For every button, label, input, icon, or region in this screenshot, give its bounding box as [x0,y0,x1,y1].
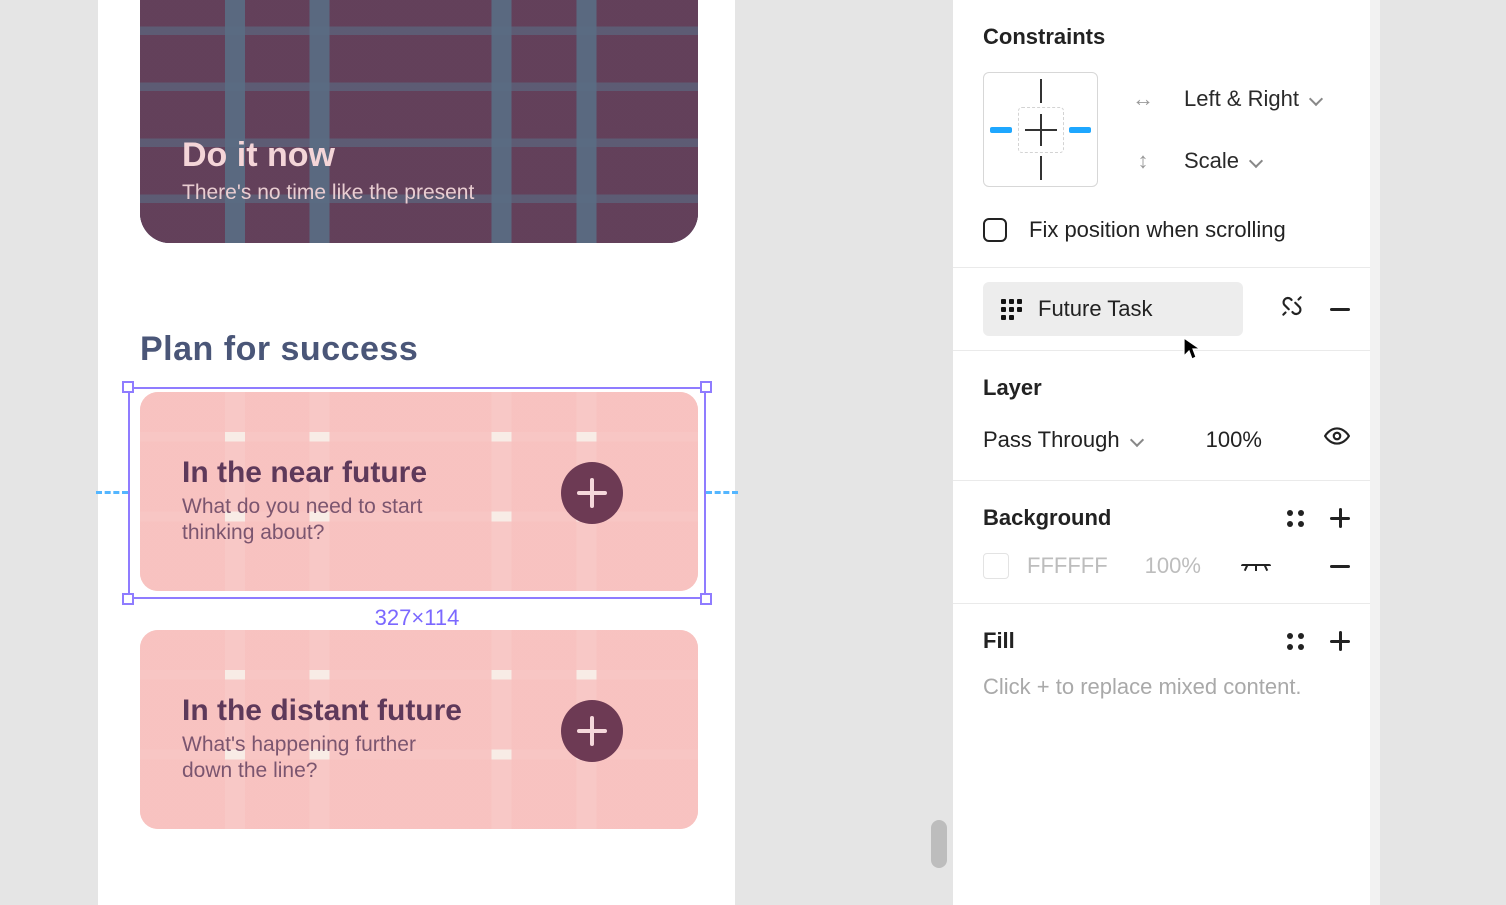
vertical-constraint-dropdown[interactable]: Scale [1184,148,1263,174]
selection-dimensions-label: 327×114 [128,605,706,631]
inspector-panel: Constraints Left & Right [953,0,1380,905]
horizontal-arrows-icon [1132,86,1154,112]
component-name-label: Future Task [1038,296,1153,322]
section-heading: Plan for success [140,330,418,369]
constraint-top-indicator[interactable] [1040,79,1042,103]
remove-component-button[interactable] [1330,308,1350,311]
card-distant-future[interactable]: In the distant future What's happening f… [140,630,698,829]
chevron-down-icon [1309,92,1323,106]
layer-section: Layer Pass Through 100% [953,351,1380,481]
constraints-visual-picker[interactable] [983,72,1098,187]
selection-outline [128,387,706,599]
layer-opacity-value[interactable]: 100% [1206,427,1262,453]
horizontal-constraint-dropdown[interactable]: Left & Right [1184,86,1323,112]
remove-background-button[interactable] [1330,565,1350,568]
canvas-background[interactable]: Do it now There's no time like the prese… [0,0,953,905]
fill-mixed-content-hint: Click + to replace mixed content. [983,674,1350,700]
artboard-frame[interactable]: Do it now There's no time like the prese… [98,0,735,905]
add-fill-button[interactable] [1330,631,1350,651]
fix-position-label: Fix position when scrolling [1029,217,1286,243]
background-section: Background FFFFFF 100% [953,481,1380,604]
add-button-distant[interactable] [561,700,623,762]
visibility-toggle-icon[interactable] [1324,423,1350,456]
card-now-subtitle: There's no time like the present [182,181,474,205]
background-opacity-value[interactable]: 100% [1145,553,1201,579]
background-hex-value[interactable]: FFFFFF [1027,553,1108,579]
mouse-cursor-icon [1182,337,1204,361]
constraints-section: Constraints Left & Right [953,0,1380,268]
fill-section: Fill Click + to replace mixed content. [953,604,1380,724]
background-hidden-icon[interactable] [1241,556,1271,576]
fill-title: Fill [983,628,1015,654]
alignment-guide-left [96,491,128,494]
chevron-down-icon [1249,154,1263,168]
card-distant-title: In the distant future [182,694,462,728]
vertical-arrows-icon [1132,148,1154,174]
detach-instance-icon[interactable] [1279,293,1305,326]
vertical-constraint-value: Scale [1184,148,1239,174]
fix-position-checkbox[interactable] [983,218,1007,242]
constraint-left-indicator[interactable] [990,127,1012,133]
blend-mode-value: Pass Through [983,427,1120,453]
style-picker-icon[interactable] [1287,510,1304,527]
alignment-guide-right [706,491,738,494]
horizontal-constraint-value: Left & Right [1184,86,1299,112]
resize-handle-bottom-right[interactable] [700,593,712,605]
plaid-pattern-dark [140,0,698,243]
style-picker-icon[interactable] [1287,633,1304,650]
component-swap-dropdown[interactable]: Future Task [983,282,1243,336]
card-now-title: Do it now [182,136,335,175]
constraints-title: Constraints [983,24,1350,50]
blend-mode-dropdown[interactable]: Pass Through [983,427,1144,453]
chevron-down-icon [1130,433,1144,447]
resize-handle-top-left[interactable] [122,381,134,393]
component-instance-row: Future Task [953,268,1380,351]
resize-handle-top-right[interactable] [700,381,712,393]
selection-bounds[interactable]: In the near future What do you need to s… [128,387,706,599]
layer-title: Layer [983,375,1350,401]
component-grid-icon [1001,299,1022,320]
card-do-it-now[interactable]: Do it now There's no time like the prese… [140,0,698,243]
resize-handle-bottom-left[interactable] [122,593,134,605]
constraint-right-indicator[interactable] [1069,127,1091,133]
card-distant-subtitle: What's happening further down the line? [182,732,462,785]
canvas-scrollbar-thumb[interactable] [931,820,947,868]
constraint-center-indicator[interactable] [1018,107,1064,153]
add-background-button[interactable] [1330,508,1350,528]
panel-scrollbar-track[interactable] [1370,0,1380,905]
background-title: Background [983,505,1111,531]
background-color-swatch[interactable] [983,553,1009,579]
constraint-bottom-indicator[interactable] [1040,156,1042,180]
